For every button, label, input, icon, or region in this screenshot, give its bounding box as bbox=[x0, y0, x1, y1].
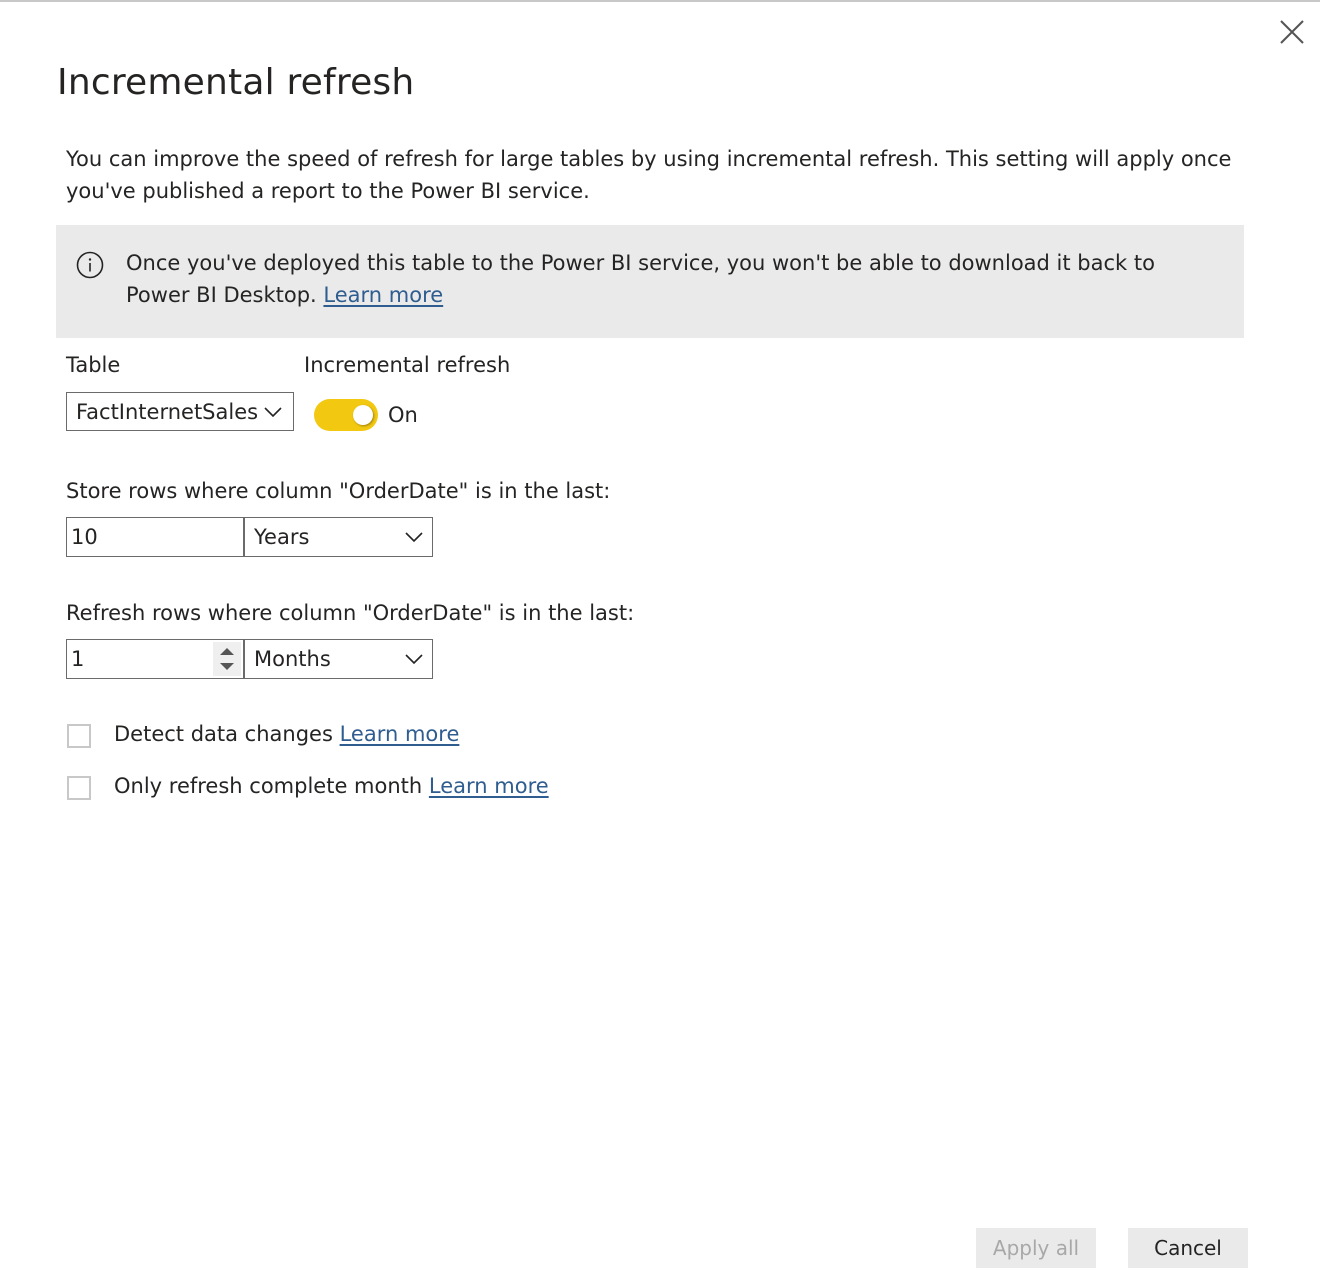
refresh-rows-value-input[interactable]: 1 bbox=[66, 639, 244, 679]
chevron-down-icon bbox=[405, 654, 423, 665]
dialog-title: Incremental refresh bbox=[57, 62, 415, 103]
close-button[interactable] bbox=[1276, 16, 1308, 48]
table-dropdown[interactable]: FactInternetSales bbox=[66, 392, 294, 431]
only-refresh-complete-month-option: Only refresh complete month Learn more bbox=[114, 774, 549, 798]
number-spinner[interactable] bbox=[213, 642, 241, 676]
refresh-rows-unit-value: Months bbox=[254, 647, 331, 671]
incremental-refresh-toggle[interactable] bbox=[314, 399, 378, 431]
detect-data-changes-label: Detect data changes bbox=[114, 722, 333, 746]
only-refresh-complete-month-checkbox[interactable] bbox=[67, 776, 91, 800]
info-banner-message: Once you've deployed this table to the P… bbox=[126, 251, 1155, 307]
intro-text: You can improve the speed of refresh for… bbox=[66, 147, 1232, 203]
apply-all-button[interactable]: Apply all bbox=[976, 1228, 1096, 1268]
toggle-state-label: On bbox=[388, 403, 418, 427]
table-dropdown-value: FactInternetSales bbox=[76, 399, 259, 424]
refresh-rows-unit-dropdown[interactable]: Months bbox=[244, 639, 433, 679]
spinner-up-arrow-icon[interactable] bbox=[213, 642, 241, 659]
store-rows-unit-value: Years bbox=[254, 525, 310, 549]
only-refresh-complete-month-learn-more-link[interactable]: Learn more bbox=[429, 774, 549, 798]
incremental-refresh-label: Incremental refresh bbox=[304, 353, 511, 377]
only-refresh-complete-month-label: Only refresh complete month bbox=[114, 774, 423, 798]
chevron-down-icon bbox=[405, 532, 423, 543]
refresh-rows-value: 1 bbox=[71, 647, 85, 671]
store-rows-value: 10 bbox=[71, 525, 98, 549]
chevron-down-icon bbox=[264, 406, 282, 417]
store-rows-unit-dropdown[interactable]: Years bbox=[244, 517, 433, 557]
toggle-knob bbox=[353, 405, 373, 425]
refresh-rows-label: Refresh rows where column "OrderDate" is… bbox=[66, 601, 635, 625]
info-learn-more-link[interactable]: Learn more bbox=[323, 283, 443, 307]
info-banner-text: Once you've deployed this table to the P… bbox=[126, 247, 1216, 311]
close-icon bbox=[1280, 20, 1304, 44]
spinner-down-arrow-icon[interactable] bbox=[213, 659, 241, 676]
cancel-button[interactable]: Cancel bbox=[1128, 1228, 1248, 1268]
table-label: Table bbox=[66, 353, 121, 377]
store-rows-label: Store rows where column "OrderDate" is i… bbox=[66, 479, 611, 503]
background-window-edge bbox=[0, 0, 1320, 2]
info-icon bbox=[76, 251, 104, 279]
detect-data-changes-learn-more-link[interactable]: Learn more bbox=[340, 722, 460, 746]
detect-data-changes-checkbox[interactable] bbox=[67, 724, 91, 748]
store-rows-value-input[interactable]: 10 bbox=[66, 517, 244, 557]
detect-data-changes-option: Detect data changes Learn more bbox=[114, 722, 459, 746]
info-banner: Once you've deployed this table to the P… bbox=[56, 225, 1244, 338]
